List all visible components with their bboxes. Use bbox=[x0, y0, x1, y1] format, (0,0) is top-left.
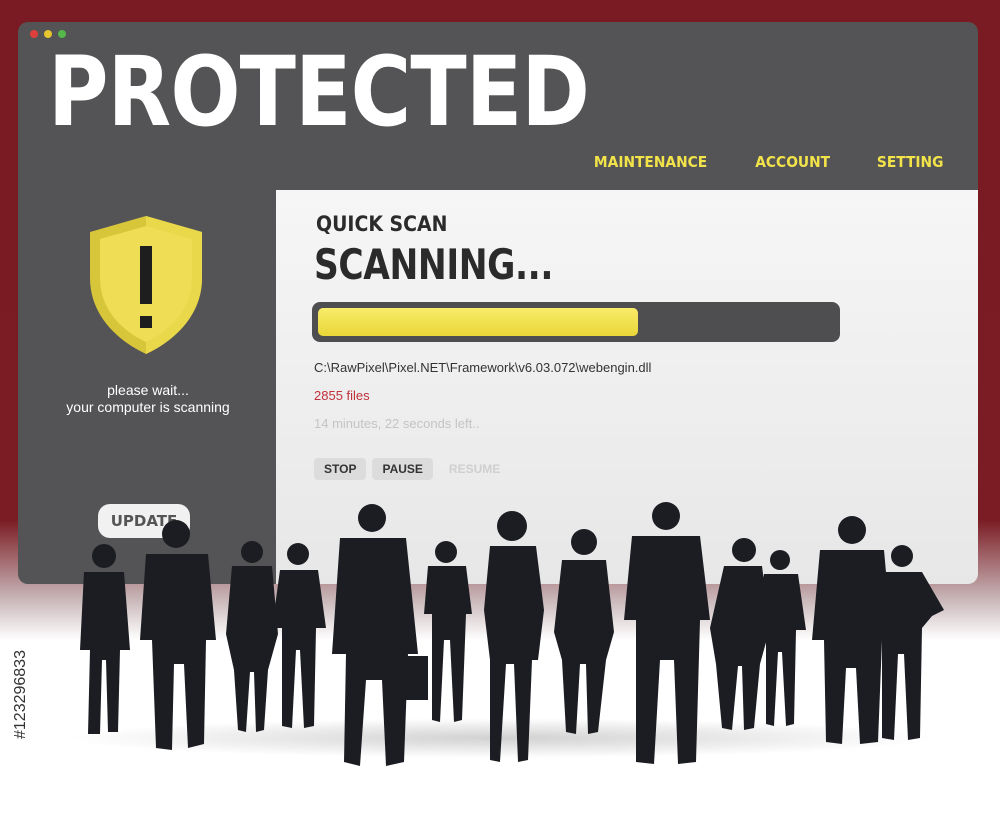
person-silhouette bbox=[876, 545, 944, 740]
person-silhouette bbox=[80, 544, 130, 734]
person-silhouette bbox=[140, 520, 216, 750]
person-silhouette bbox=[424, 541, 472, 722]
person-silhouette bbox=[272, 543, 326, 728]
business-people-silhouettes bbox=[80, 502, 944, 766]
stock-id-watermark: #123296833 bbox=[12, 650, 29, 740]
person-silhouette bbox=[484, 511, 544, 762]
person-silhouette bbox=[812, 516, 892, 744]
person-silhouette bbox=[332, 504, 428, 766]
person-silhouette bbox=[710, 538, 770, 730]
person-silhouette bbox=[624, 502, 710, 764]
person-silhouette bbox=[554, 529, 614, 734]
person-silhouette bbox=[226, 541, 278, 732]
